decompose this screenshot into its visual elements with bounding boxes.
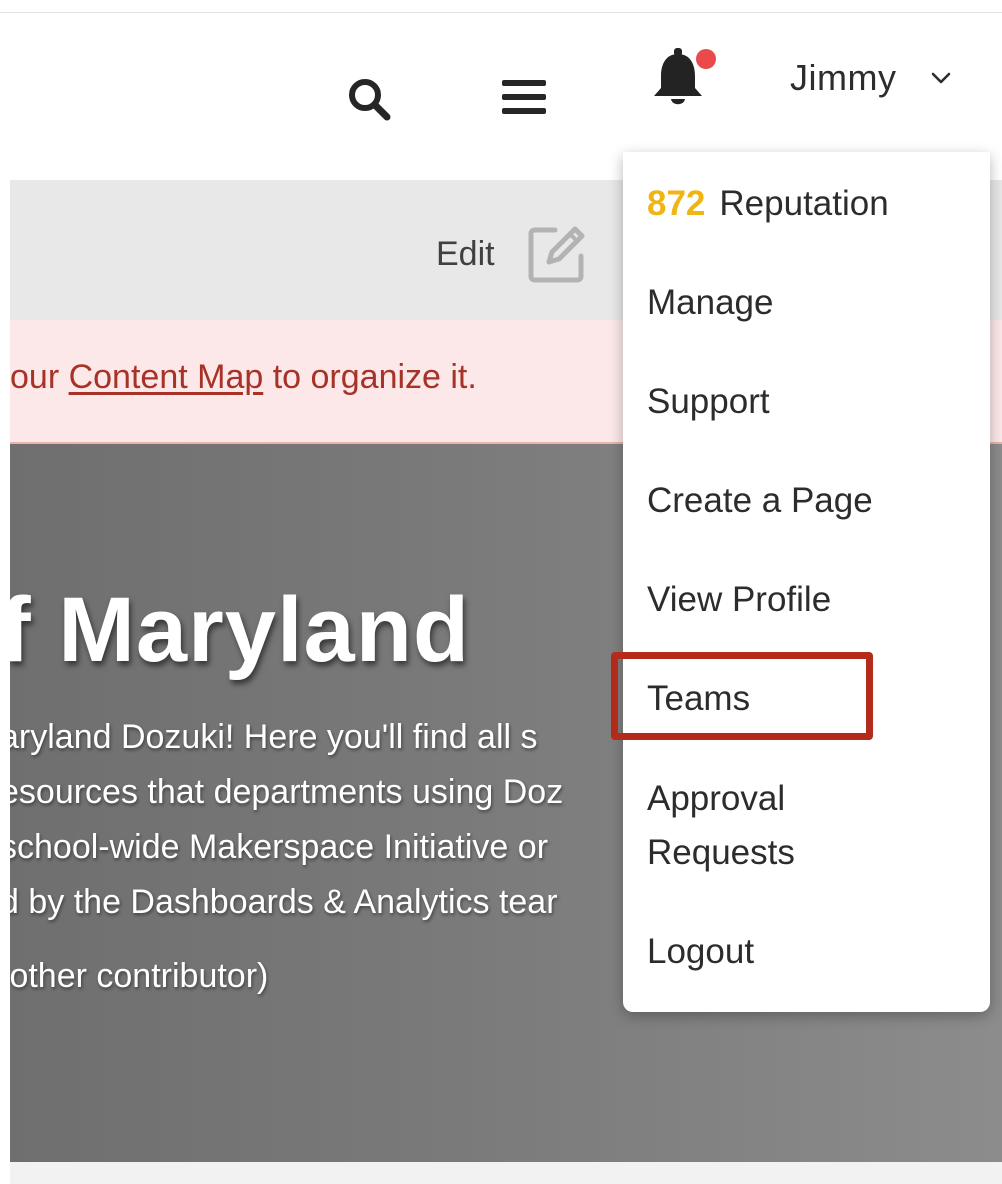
hero-description-line: d by the Dashboards & Analytics tear [0,883,558,921]
content-footer-strip [10,1162,1002,1184]
approval-requests-line-2: Requests [647,833,795,873]
menu-item-teams[interactable]: Teams [647,672,750,726]
content-map-link[interactable]: Content Map [69,358,264,396]
approval-requests-line-1: Approval [647,779,786,818]
hero-title: f Maryland [0,579,471,681]
hero-contributors-line: other contributor) [0,957,269,995]
search-button[interactable] [344,74,394,124]
menu-item-view-profile[interactable]: View Profile [647,573,831,627]
notice-prefix: our [10,358,69,396]
notice-suffix: to organize it. [263,358,477,396]
chevron-down-icon [932,72,951,84]
notification-dot [696,49,716,69]
menu-item-approval-requests[interactable]: Approval Requests [647,772,795,881]
menu-item-create-page[interactable]: Create a Page [647,474,873,528]
user-menu-toggle[interactable]: Jimmy [790,56,990,100]
header-divider [0,12,1002,13]
hero-description-line: aryland Dozuki! Here you'll find all s [0,718,538,756]
page: Jimmy Edit our Content Map to organize i… [0,0,1002,1184]
reputation-label: Reputation [719,184,889,223]
menu-button[interactable] [498,72,550,122]
hamburger-menu-icon [502,80,546,114]
edit-button[interactable]: Edit [436,222,589,286]
edit-icon [528,226,585,283]
notice-message: our Content Map to organize it. [10,358,477,397]
search-icon [349,79,391,121]
edit-label: Edit [436,234,495,273]
hero-description-line: school-wide Makerspace Initiative or [0,828,549,866]
bell-icon [654,48,716,105]
hero-description-line: esources that departments using Doz [0,773,564,811]
menu-item-logout[interactable]: Logout [647,925,754,979]
user-dropdown-menu: 872 Reputation Manage Support Create a Pa… [623,152,990,1012]
reputation-count: 872 [647,184,706,223]
menu-item-reputation[interactable]: 872 Reputation [647,177,889,231]
notifications-button[interactable] [648,44,722,112]
menu-item-manage[interactable]: Manage [647,276,773,330]
menu-item-support[interactable]: Support [647,375,770,429]
left-margin [0,180,10,1184]
user-name: Jimmy [790,57,897,98]
